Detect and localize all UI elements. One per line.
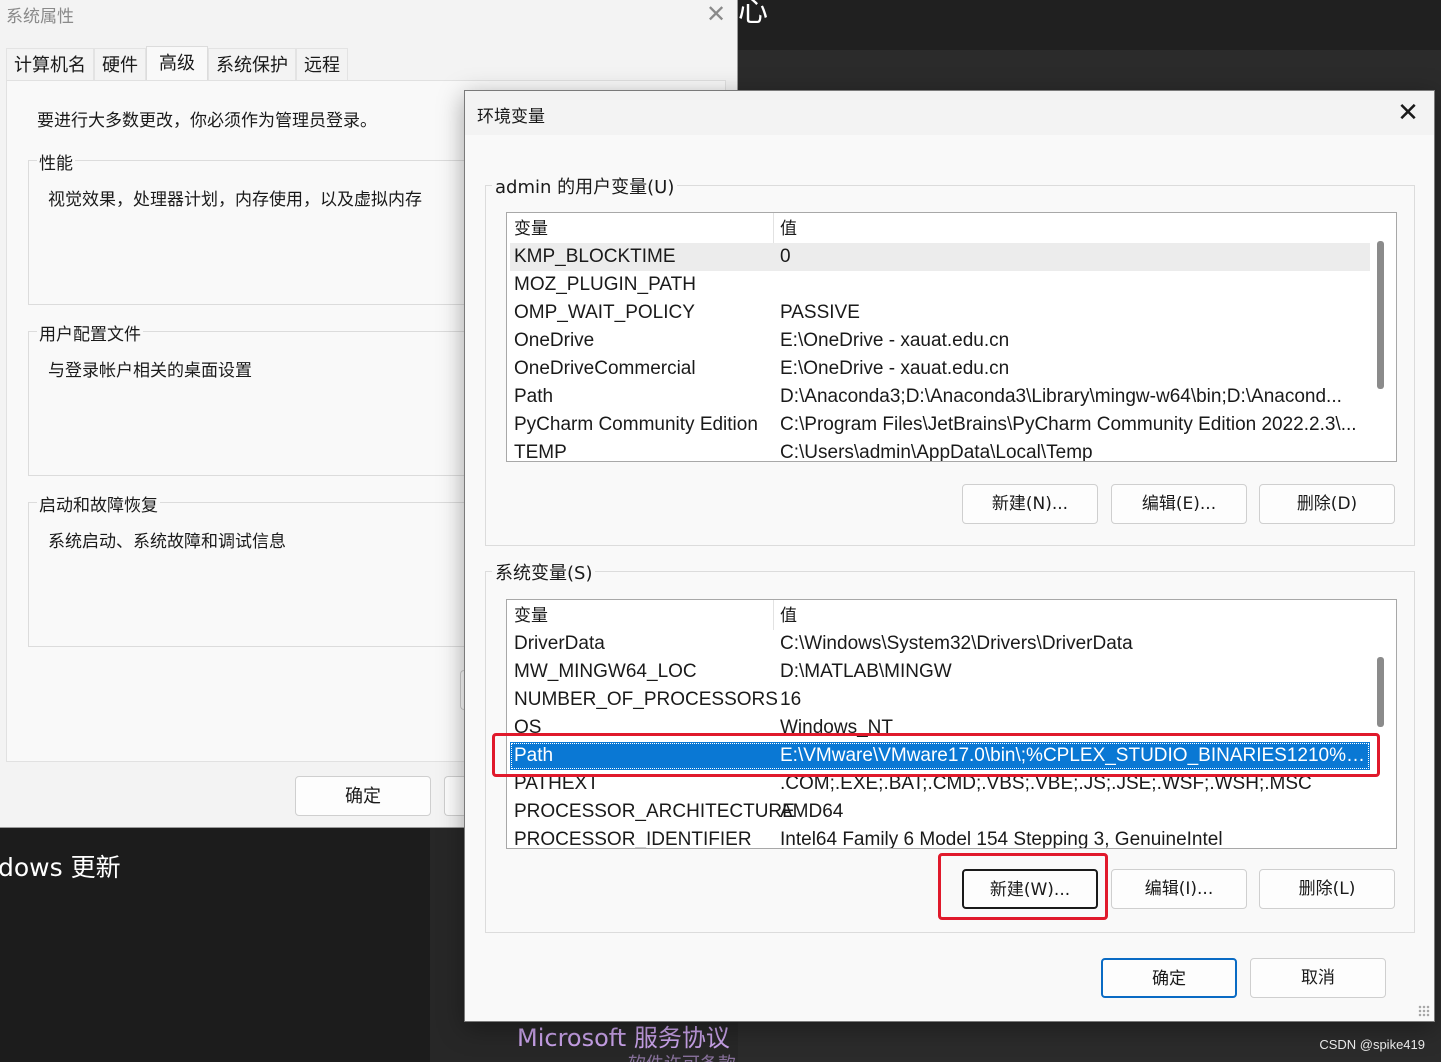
list-row[interactable]: PyCharm Community Edition C:\Program Fil… [510,411,1370,439]
ok-button[interactable]: 确定 [1101,958,1237,998]
tab-advanced[interactable]: 高级 [146,46,208,80]
variable-name: KMP_BLOCKTIME [514,246,676,267]
column-header-value[interactable]: 值 [780,602,1368,630]
variable-value: E:\VMware\VMware17.0\bin\;%CPLEX_STUDIO_… [780,745,1368,766]
close-icon[interactable]: ✕ [702,0,730,28]
list-row[interactable]: MW_MINGW64_LOC D:\MATLAB\MINGW [510,658,1370,686]
system-list-scrollbar[interactable] [1377,657,1384,727]
group-title: 用户配置文件 [37,320,143,345]
ms-service-agreement-link[interactable]: Microsoft 服务协议 [517,1018,730,1053]
tab-remote[interactable]: 远程 [296,48,348,80]
tab-system-protection[interactable]: 系统保护 [208,48,296,80]
ms-license-terms-link[interactable]: 软件许可条款 [628,1050,736,1062]
variable-value: C:\Windows\System32\Drivers\DriverData [780,633,1133,654]
variable-value: C:\Users\admin\AppData\Local\Temp [780,442,1093,462]
system-variables-list[interactable]: 变量 值 DriverData C:\Windows\System32\Driv… [506,599,1397,849]
group-description: 视觉效果，处理器计划，内存使用，以及虚拟内存 [48,190,422,210]
system-new-button[interactable]: 新建(W)... [962,869,1098,909]
list-row[interactable]: PATHEXT .COM;.EXE;.BAT;.CMD;.VBS;.VBE;.J… [510,770,1370,798]
group-title: 性能 [37,149,75,174]
user-variables-group: admin 的用户变量(U) 变量 值 KMP_BLOCKTIME 0 MOZ_… [485,173,1415,546]
list-row[interactable]: PROCESSOR_ARCHITECTURE AMD64 [510,798,1370,826]
variable-name: PROCESSOR_IDENTIFIER [514,829,752,849]
variable-value: D:\Anaconda3;D:\Anaconda3\Library\mingw-… [780,386,1342,407]
variable-name: MW_MINGW64_LOC [514,661,697,682]
variable-name: NUMBER_OF_PROCESSORS [514,689,778,710]
variable-name: DriverData [514,633,605,654]
group-description: 系统启动、系统故障和调试信息 [48,532,286,552]
column-header-value[interactable]: 值 [780,215,1368,243]
column-header-variable[interactable]: 变量 [514,215,548,243]
variable-name: PROCESSOR_ARCHITECTURE [514,801,795,822]
user-profiles-group: 用户配置文件 与登录帐户相关的桌面设置 [28,320,488,476]
close-icon[interactable]: ✕ [1390,95,1426,131]
list-header: 变量 值 [510,215,1370,243]
performance-group: 性能 视觉效果，处理器计划，内存使用，以及虚拟内存 [28,149,488,305]
user-new-button[interactable]: 新建(N)... [962,484,1098,524]
list-row[interactable]: OMP_WAIT_POLICY PASSIVE [510,299,1370,327]
list-row[interactable]: KMP_BLOCKTIME 0 [510,243,1370,271]
tab-strip: 计算机名 硬件 高级 系统保护 远程 [6,46,348,80]
variable-name: Path [514,745,554,766]
system-variables-group: 系统变量(S) 变量 值 DriverData C:\Windows\Syste… [485,559,1415,933]
group-title: 启动和故障恢复 [37,491,160,516]
admin-notice: 要进行大多数更改，你必须作为管理员登录。 [37,111,377,131]
system-delete-button[interactable]: 删除(L) [1259,869,1395,909]
list-row[interactable]: MOZ_PLUGIN_PATH [510,271,1370,299]
variable-name: OneDriveCommercial [514,358,696,379]
list-row-selected[interactable]: Path E:\VMware\VMware17.0\bin\;%CPLEX_ST… [510,742,1370,770]
variable-name: Path [514,386,554,407]
list-row[interactable]: DriverData C:\Windows\System32\Drivers\D… [510,630,1370,658]
variable-name: PyCharm Community Edition [514,414,758,435]
dialog-title: 环境变量 [477,107,545,127]
variable-name: TEMP [514,442,567,462]
variable-name: OMP_WAIT_POLICY [514,302,695,323]
windows-update-nav-item[interactable]: dows 更新 [0,848,121,884]
resize-grip-icon[interactable] [1418,1005,1430,1017]
list-row[interactable]: PROCESSOR_IDENTIFIER Intel64 Family 6 Mo… [510,826,1370,849]
list-row[interactable]: OneDriveCommercial E:\OneDrive - xauat.e… [510,355,1370,383]
group-description: 与登录帐户相关的桌面设置 [48,361,252,381]
variable-name: MOZ_PLUGIN_PATH [514,274,696,295]
variable-value: Intel64 Family 6 Model 154 Stepping 3, G… [780,829,1223,849]
environment-variables-dialog: 环境变量 ✕ admin 的用户变量(U) 变量 值 KMP_BLOCKTIME… [464,90,1435,1022]
dialog-titlebar: 环境变量 ✕ [465,91,1434,135]
variable-name: OS [514,717,542,738]
cancel-button[interactable]: 取消 [1250,958,1386,998]
variable-value: .COM;.EXE;.BAT;.CMD;.VBS;.VBE;.JS;.JSE;.… [780,773,1312,794]
tab-hardware[interactable]: 硬件 [94,48,146,80]
system-variables-title: 系统变量(S) [492,559,596,585]
window-title: 系统属性 [6,7,74,27]
list-row[interactable]: OneDrive E:\OneDrive - xauat.edu.cn [510,327,1370,355]
variable-name: PATHEXT [514,773,599,794]
settings-header-fragment: 心 [738,0,768,29]
list-row[interactable]: NUMBER_OF_PROCESSORS 16 [510,686,1370,714]
tab-computer-name[interactable]: 计算机名 [6,48,94,80]
variable-value: D:\MATLAB\MINGW [780,661,952,682]
variable-value: E:\OneDrive - xauat.edu.cn [780,330,1010,351]
list-row[interactable]: Path D:\Anaconda3;D:\Anaconda3\Library\m… [510,383,1370,411]
list-row[interactable]: OS Windows_NT [510,714,1370,742]
variable-value: PASSIVE [780,302,860,323]
user-edit-button[interactable]: 编辑(E)... [1111,484,1247,524]
ok-button[interactable]: 确定 [295,776,431,816]
system-edit-button[interactable]: 编辑(I)... [1111,869,1247,909]
variable-value: Windows_NT [780,717,893,738]
user-delete-button[interactable]: 删除(D) [1259,484,1395,524]
watermark: CSDN @spike419 [1319,1037,1425,1052]
variable-value: AMD64 [780,801,844,822]
variable-value: E:\OneDrive - xauat.edu.cn [780,358,1010,379]
user-variables-title: admin 的用户变量(U) [492,173,678,199]
user-variables-list[interactable]: 变量 值 KMP_BLOCKTIME 0 MOZ_PLUGIN_PATH OMP… [506,212,1397,462]
variable-value: C:\Program Files\JetBrains\PyCharm Commu… [780,414,1357,435]
startup-recovery-group: 启动和故障恢复 系统启动、系统故障和调试信息 [28,491,488,647]
column-header-variable[interactable]: 变量 [514,602,548,630]
list-row[interactable]: TEMP C:\Users\admin\AppData\Local\Temp [510,439,1370,462]
variable-name: OneDrive [514,330,595,351]
user-list-scrollbar[interactable] [1377,241,1384,389]
list-header: 变量 值 [510,602,1370,630]
variable-value: 0 [780,246,791,267]
variable-value: 16 [780,689,802,710]
